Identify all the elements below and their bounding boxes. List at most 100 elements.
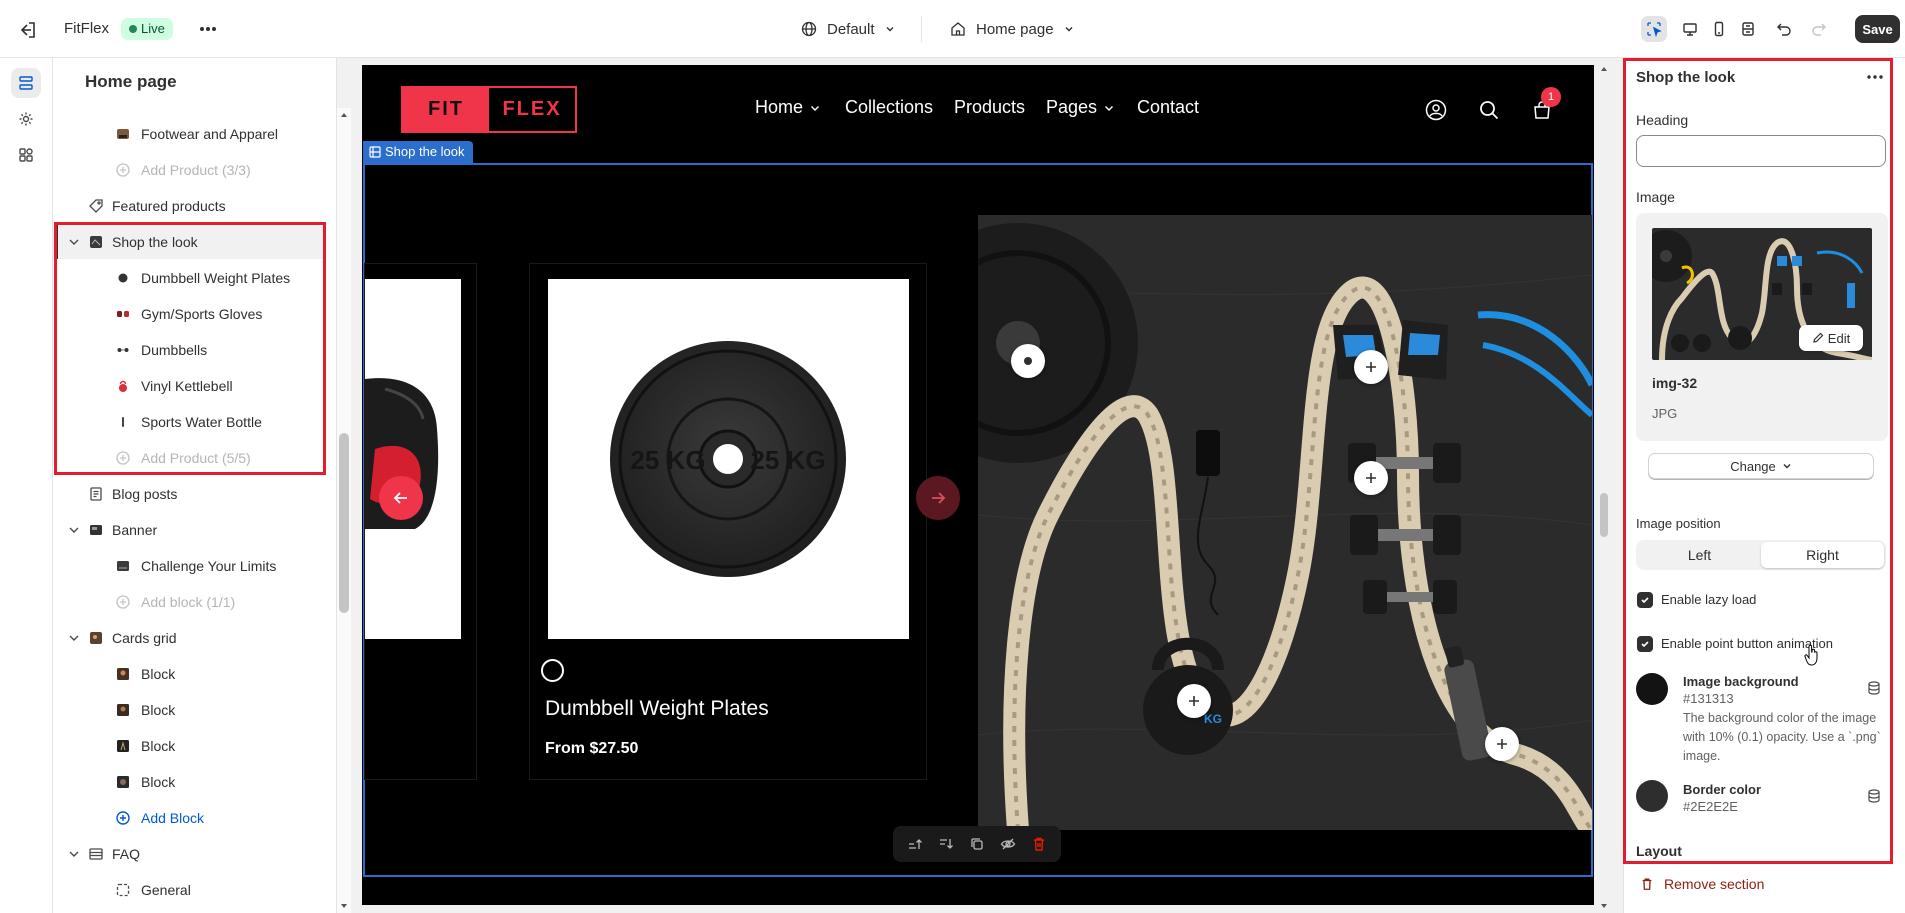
tree-item-challenge-your-limits[interactable]: Challenge Your Limits — [53, 549, 323, 583]
tree-item-footwear-apparel[interactable]: Footwear and Apparel — [53, 117, 323, 151]
exit-icon[interactable] — [17, 19, 39, 41]
more-horizontal-icon[interactable] — [197, 18, 219, 40]
tree-item-faq[interactable]: FAQ — [53, 837, 323, 871]
tree-item-banner[interactable]: Banner — [53, 513, 323, 547]
undo-icon[interactable] — [1771, 16, 1797, 42]
chevron-down-icon[interactable] — [67, 631, 81, 645]
nav-contact[interactable]: Contact — [1137, 97, 1199, 118]
database-icon[interactable] — [1866, 680, 1882, 696]
page-dropdown[interactable]: Home page — [950, 18, 1074, 40]
nav-products[interactable]: Products — [954, 97, 1025, 118]
look-hotspot-dumbbells[interactable] — [1354, 461, 1388, 495]
image-background-swatch[interactable] — [1636, 673, 1668, 705]
tree-item-featured-products[interactable]: Featured products — [53, 189, 323, 223]
more-horizontal-icon[interactable] — [1864, 68, 1886, 86]
scrollbar-thumb[interactable] — [1600, 493, 1608, 537]
search-icon[interactable] — [1478, 99, 1500, 121]
tree-item-general[interactable]: General — [53, 873, 323, 907]
delete-icon — [1642, 878, 1652, 890]
chevron-down-icon[interactable] — [67, 235, 81, 249]
preview-scrollbar[interactable] — [1597, 58, 1611, 913]
nav-collections[interactable]: Collections — [845, 97, 933, 118]
change-image-button[interactable]: Change — [1648, 453, 1874, 479]
theme-dropdown[interactable]: Default — [801, 18, 895, 40]
cart-count-badge: 1 — [1541, 87, 1561, 107]
tree-item-cards-grid[interactable]: Cards grid — [53, 621, 323, 655]
desktop-icon[interactable] — [1677, 16, 1703, 42]
tree-item-block[interactable]: Block — [53, 657, 323, 691]
inspector-icon[interactable] — [1641, 16, 1667, 42]
chevron-down-icon[interactable] — [67, 523, 81, 537]
sections-icon[interactable] — [11, 68, 41, 98]
add-product-button[interactable]: Add Product (3/3) — [53, 153, 323, 187]
add-product-button[interactable]: Add Product (5/5) — [53, 441, 323, 475]
carousel-prev-button[interactable] — [379, 476, 423, 520]
product-card[interactable] — [364, 263, 477, 780]
nav-pages[interactable]: Pages — [1046, 97, 1115, 118]
position-left-option[interactable]: Left — [1638, 542, 1761, 568]
redo-icon[interactable] — [1806, 16, 1832, 42]
chevron-down-icon[interactable] — [67, 847, 81, 861]
lazy-load-checkbox[interactable] — [1637, 592, 1653, 608]
scroll-down-icon[interactable] — [337, 901, 351, 911]
mobile-icon[interactable] — [1706, 16, 1732, 42]
nav-home[interactable]: Home — [755, 97, 821, 118]
edit-label: Edit — [1827, 330, 1851, 346]
scroll-down-icon[interactable] — [1597, 901, 1611, 911]
border-color-value[interactable]: #2E2E2E — [1683, 799, 1738, 814]
database-icon[interactable] — [1866, 788, 1882, 804]
sidebar-scrollbar[interactable] — [337, 108, 351, 913]
tree-item-vinyl-kettlebell[interactable]: Vinyl Kettlebell — [53, 369, 323, 403]
tree-item-block[interactable]: Block — [53, 765, 323, 799]
tree-item-gym-sports-gloves[interactable]: Gym/Sports Gloves — [53, 297, 323, 331]
tree-item-sports-water-bottle[interactable]: Sports Water Bottle — [53, 405, 323, 439]
save-button[interactable]: Save — [1855, 15, 1900, 43]
look-hotspot-gloves[interactable] — [1354, 350, 1388, 384]
change-label: Change — [1730, 458, 1776, 474]
move-up-icon[interactable] — [904, 833, 926, 855]
logo-fit: FIT — [403, 88, 489, 131]
tree-item-label: Footwear and Apparel — [141, 126, 278, 142]
product-hotspot-indicator[interactable] — [541, 659, 564, 682]
carousel-next-button[interactable] — [916, 476, 960, 520]
fullscreen-icon[interactable] — [1735, 16, 1761, 42]
point-animation-checkbox[interactable] — [1637, 636, 1653, 652]
image-file-type: JPG — [1652, 406, 1678, 421]
look-hotspot-water-bottle[interactable] — [1485, 727, 1519, 761]
tree-item-dumbbells[interactable]: Dumbbells — [53, 333, 323, 367]
product-name[interactable]: Dumbbell Weight Plates — [545, 697, 769, 721]
tree-item-block[interactable]: Block — [53, 693, 323, 727]
edit-image-button[interactable]: Edit — [1799, 325, 1863, 351]
tree-item-blog-posts[interactable]: Blog posts — [53, 477, 323, 511]
arrow-right-icon — [932, 492, 946, 504]
store-logo[interactable]: FIT FLEX — [401, 86, 577, 133]
tree-item-shop-the-look[interactable]: Shop the look — [53, 225, 323, 259]
add-block-button[interactable]: Add block (1/1) — [53, 585, 323, 619]
lazy-load-label[interactable]: Enable lazy load — [1661, 592, 1756, 607]
account-icon[interactable] — [1425, 99, 1447, 121]
apps-icon[interactable] — [11, 140, 41, 170]
section-label[interactable]: Shop the look — [363, 141, 473, 163]
settings-icon[interactable] — [11, 104, 41, 134]
tree-item-label: Block — [141, 666, 176, 682]
delete-icon[interactable] — [1028, 833, 1050, 855]
scrollbar-thumb[interactable] — [339, 433, 349, 613]
border-color-swatch[interactable] — [1636, 780, 1668, 812]
heading-input[interactable] — [1636, 135, 1886, 167]
plus-circle-icon — [115, 810, 131, 826]
tree-item-label: Featured products — [112, 198, 226, 214]
chevron-down-icon — [1105, 105, 1114, 111]
remove-section-button[interactable]: Remove section — [1640, 876, 1764, 892]
hide-icon[interactable] — [997, 833, 1019, 855]
look-hotspot-kettlebell[interactable] — [1177, 684, 1211, 718]
look-hotspot-weight-plate[interactable] — [1011, 344, 1045, 378]
scroll-up-icon[interactable] — [1597, 64, 1611, 74]
tree-item-dumbbell-weight-plates[interactable]: Dumbbell Weight Plates — [53, 261, 323, 295]
add-block-button[interactable]: Add Block — [53, 801, 323, 835]
position-right-option[interactable]: Right — [1761, 542, 1884, 568]
scroll-up-icon[interactable] — [337, 110, 351, 120]
tree-item-block[interactable]: Block — [53, 729, 323, 763]
image-background-value[interactable]: #131313 — [1683, 691, 1734, 706]
duplicate-icon[interactable] — [966, 833, 988, 855]
move-down-icon[interactable] — [935, 833, 957, 855]
